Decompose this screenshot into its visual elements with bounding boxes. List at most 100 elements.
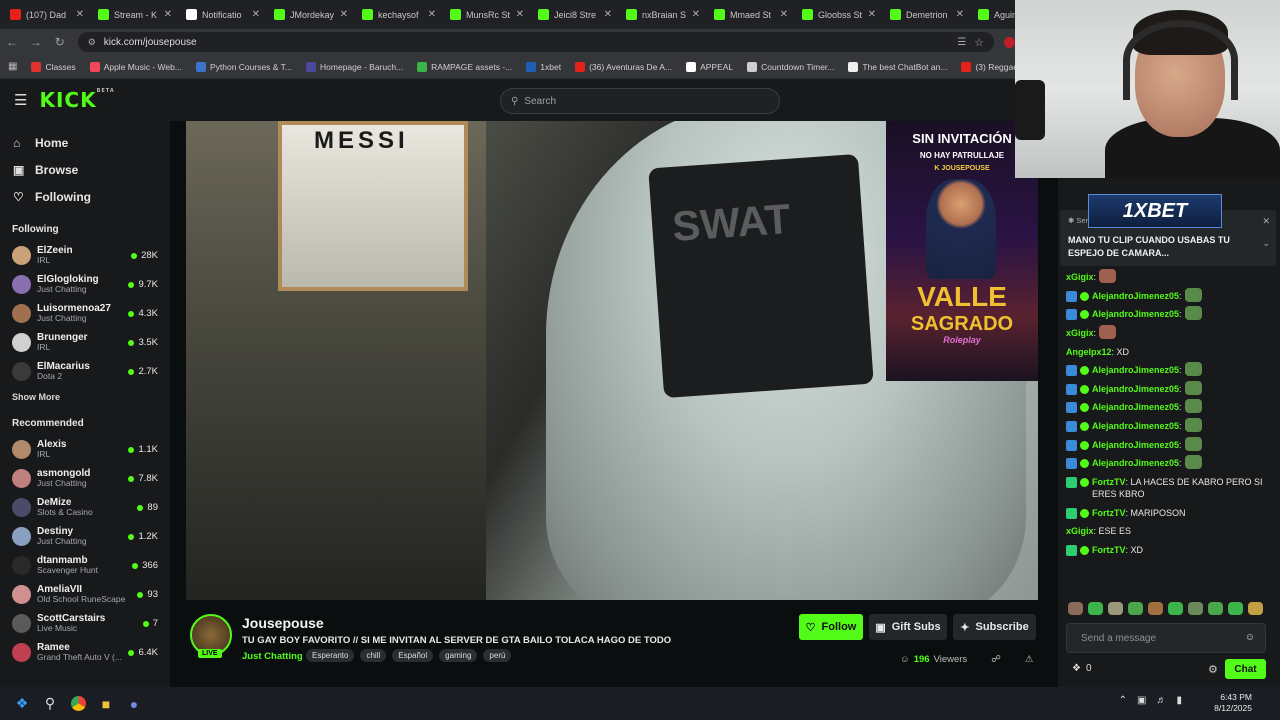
stream-tag[interactable]: gaming — [439, 649, 478, 662]
sidebar-channel[interactable]: Luisormenoa27 Just Chatting 4.3K — [0, 299, 170, 328]
chat-username[interactable]: AlejandroJimenez05 — [1092, 384, 1179, 394]
bookmark-item[interactable]: Classes — [31, 61, 76, 72]
sidebar-channel[interactable]: dtanmamb Scavenger Hunt 366 — [0, 551, 170, 580]
forward-icon[interactable]: → — [24, 35, 48, 49]
windows-start-icon[interactable]: ❖ — [8, 687, 36, 720]
tab-close-icon[interactable]: ✕ — [692, 9, 700, 20]
site-info-icon[interactable]: ⚙ — [88, 37, 96, 48]
tab-close-icon[interactable]: ✕ — [516, 9, 524, 20]
chat-username[interactable]: FortzTV — [1092, 508, 1126, 518]
emote-icon[interactable] — [1248, 602, 1263, 615]
sidebar-channel[interactable]: ElMacarius Dota 2 2.7K — [0, 357, 170, 386]
chat-settings-icon[interactable]: ⚙ — [1208, 663, 1218, 676]
stream-tag[interactable]: perú — [483, 649, 512, 662]
browser-tab[interactable]: Aguimer✕ — [972, 3, 1015, 27]
xbet-ad-banner[interactable]: 1XBET — [1088, 194, 1222, 228]
follow-button[interactable]: ♡ Follow — [799, 614, 863, 640]
bookmark-item[interactable]: APPEAL — [686, 61, 733, 72]
sidebar-channel[interactable]: Destiny Just Chatting 1.2K — [0, 522, 170, 551]
emote-icon[interactable] — [1128, 602, 1143, 615]
browser-tab[interactable]: JMordekay ✕ — [268, 3, 354, 27]
chat-username[interactable]: FortzTV — [1092, 545, 1126, 555]
share-icon[interactable]: ☍ — [991, 654, 1001, 665]
stream-category[interactable]: Just Chatting — [242, 651, 303, 662]
bookmark-item[interactable]: RAMPAGE assets -... — [417, 61, 512, 72]
taskbar-search-icon[interactable]: ⚲ — [36, 687, 64, 720]
tray-chevron-icon[interactable]: ⌃ — [1119, 695, 1127, 706]
emote-icon[interactable] — [1108, 602, 1123, 615]
emote-icon[interactable] — [1168, 602, 1183, 615]
battery-icon[interactable]: ▮ — [1176, 695, 1182, 706]
tab-close-icon[interactable]: ✕ — [868, 9, 876, 20]
tab-close-icon[interactable]: ✕ — [340, 9, 348, 20]
tab-close-icon[interactable]: ✕ — [164, 9, 172, 20]
sidebar-channel[interactable]: ElGlogloking Just Chatting 9.7K — [0, 270, 170, 299]
tab-close-icon[interactable]: ✕ — [780, 9, 788, 20]
apps-icon[interactable]: ▦ — [8, 61, 17, 72]
network-icon[interactable]: ▣ — [1137, 695, 1146, 706]
chat-username[interactable]: AlejandroJimenez05 — [1092, 365, 1179, 375]
kick-logo[interactable]: KICKBETA — [39, 88, 114, 112]
chat-input[interactable]: Send a message ☺ — [1066, 623, 1266, 653]
bookmark-item[interactable]: Apple Music - Web... — [89, 61, 182, 72]
chat-username[interactable]: AlejandroJimenez05 — [1092, 291, 1179, 301]
emoji-icon[interactable]: ☺ — [1245, 632, 1255, 643]
sidebar-channel[interactable]: Alexis IRL 1.1K — [0, 435, 170, 464]
file-explorer-icon[interactable]: ■ — [92, 687, 120, 720]
points-display[interactable]: ❖ 0 — [1072, 663, 1092, 674]
emote-icon[interactable] — [1068, 602, 1083, 615]
volume-icon[interactable]: ♬ — [1156, 695, 1166, 706]
browser-tab[interactable]: Jeici8 Stre ✕ — [532, 3, 618, 27]
chat-username[interactable]: FortzTV — [1092, 477, 1126, 487]
taskbar-clock[interactable]: 6:43 PM 8/12/2025 — [1214, 692, 1252, 715]
bookmark-item[interactable]: 1xbet — [526, 61, 561, 72]
bookmark-star-icon[interactable]: ☆ — [974, 36, 984, 49]
sidebar-nav-home[interactable]: ⌂ Home — [0, 129, 170, 156]
profile-icon[interactable] — [1004, 36, 1015, 48]
sidebar-channel[interactable]: DeMize Slots & Casino 89 — [0, 493, 170, 522]
gift-subs-button[interactable]: ▣ Gift Subs — [869, 614, 947, 640]
chat-username[interactable]: AlejandroJimenez05 — [1092, 309, 1179, 319]
sidebar-channel[interactable]: Ramee Grand Theft Auto V (... 6.4K — [0, 638, 170, 667]
chat-username[interactable]: AlejandroJimenez05 — [1092, 421, 1179, 431]
sidebar-channel[interactable]: asmongold Just Chatting 7.8K — [0, 464, 170, 493]
sidebar-nav-following[interactable]: ♡ Following — [0, 183, 170, 210]
show-more-button[interactable]: Show More — [0, 392, 170, 402]
bookmark-item[interactable]: The best ChatBot an... — [848, 61, 947, 72]
chat-username[interactable]: AlejandroJimenez05 — [1092, 402, 1179, 412]
emote-icon[interactable] — [1148, 602, 1163, 615]
browser-tab[interactable]: kechaysof ✕ — [356, 3, 442, 27]
browser-tab[interactable]: nxBraian S ✕ — [620, 3, 706, 27]
sidebar-channel[interactable]: ElZeein IRL 28K — [0, 241, 170, 270]
menu-icon[interactable]: ☰ — [14, 91, 27, 109]
stream-tag[interactable]: Español — [392, 649, 434, 662]
chat-username[interactable]: xGigix — [1066, 328, 1094, 338]
browser-tab[interactable]: Demetrion ✕ — [884, 3, 970, 27]
chat-username[interactable]: xGigix — [1066, 526, 1094, 536]
search-input[interactable]: ⚲ Search — [500, 88, 780, 114]
bookmark-item[interactable]: (36) Aventuras De A... — [575, 61, 672, 72]
reload-icon[interactable]: ↻ — [48, 35, 72, 49]
subscribe-button[interactable]: ✦ Subscribe — [953, 614, 1036, 640]
tab-close-icon[interactable]: ✕ — [252, 9, 260, 20]
sidebar-channel[interactable]: AmeliaVII Old School RuneScape 93 — [0, 580, 170, 609]
report-icon[interactable]: ⚠ — [1025, 654, 1034, 665]
emote-icon[interactable] — [1228, 602, 1243, 615]
chat-username[interactable]: xGigix — [1066, 272, 1094, 282]
bookmark-item[interactable]: Python Courses & T... — [195, 61, 292, 72]
browser-tab[interactable]: Gloobss St ✕ — [796, 3, 882, 27]
chat-username[interactable]: Angelpx12 — [1066, 347, 1112, 357]
browser-tab[interactable]: Stream - K ✕ — [92, 3, 178, 27]
browser-tab[interactable]: MunsRc St ✕ — [444, 3, 530, 27]
channel-name[interactable]: Jousepouse — [242, 615, 324, 631]
back-icon[interactable]: ← — [0, 35, 24, 49]
chat-username[interactable]: AlejandroJimenez05 — [1092, 458, 1179, 468]
bookmark-item[interactable]: Homepage - Baruch... — [306, 61, 403, 72]
hide-pinned-icon[interactable]: ✕ — [1262, 216, 1270, 227]
discord-icon[interactable]: ● — [120, 687, 148, 720]
emote-icon[interactable] — [1188, 602, 1203, 615]
emote-icon[interactable] — [1208, 602, 1223, 615]
stream-tag[interactable]: Esperanto — [306, 649, 355, 662]
stream-tag[interactable]: chill — [360, 649, 387, 662]
url-field[interactable]: ⚙ kick.com/jousepouse ☰ ☆ — [77, 32, 995, 52]
